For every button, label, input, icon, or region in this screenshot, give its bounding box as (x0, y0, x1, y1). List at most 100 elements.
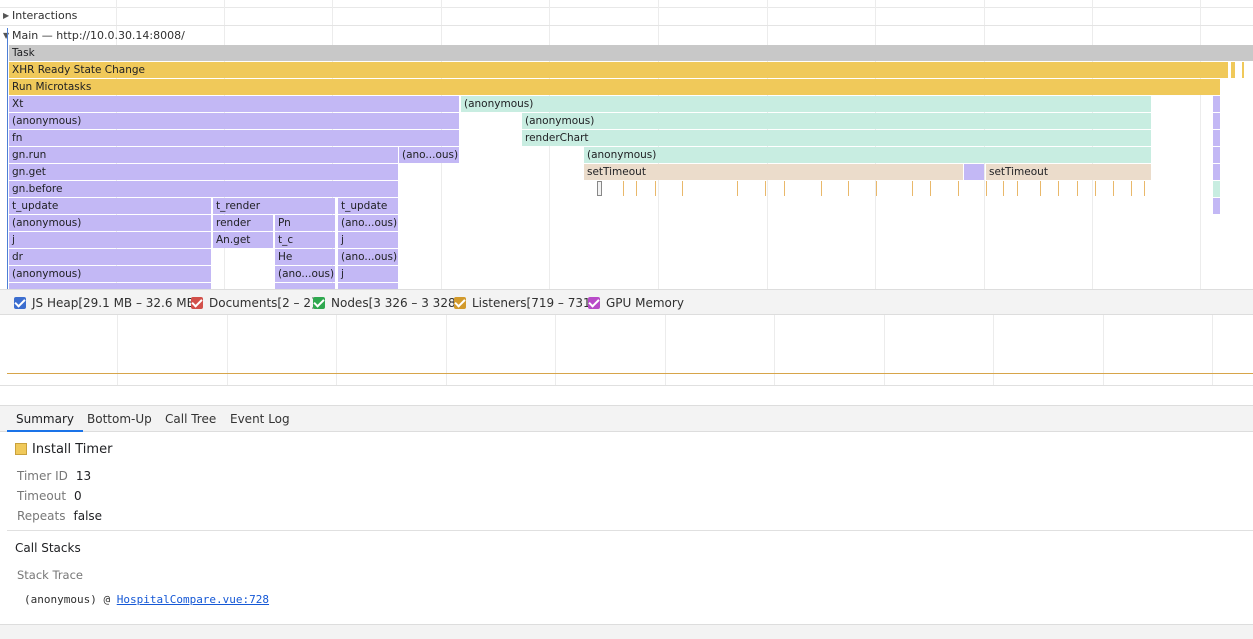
flame-entry-gn-before[interactable]: gn.before (9, 181, 398, 197)
flame-entry-render[interactable]: render (213, 215, 273, 231)
counter-nodes[interactable]: Nodes[3 326 – 3 328] (313, 295, 460, 311)
flame-entry-xt[interactable]: Xt (9, 96, 459, 112)
flame-entry-t-update[interactable]: t_update (338, 198, 398, 214)
flame-entry-anonymous-short[interactable]: (ano...ous) (338, 215, 398, 231)
event-category-swatch-icon (15, 443, 27, 455)
flame-entry-dr[interactable]: dr (9, 249, 211, 265)
flame-entry-anonymous[interactable]: (anonymous) (584, 147, 1151, 163)
counter-label: GPU Memory (606, 296, 684, 310)
flame-entry[interactable] (1213, 181, 1220, 197)
flame-entry[interactable] (1213, 147, 1220, 163)
flame-entry-anonymous[interactable]: (anonymous) (522, 113, 1151, 129)
flame-entry-j[interactable]: j (338, 266, 398, 282)
flame-entry-anonymous[interactable]: (anonymous) (9, 215, 211, 231)
flame-entry-fn[interactable]: fn (9, 130, 459, 146)
counter-js-heap[interactable]: JS Heap[29.1 MB – 32.6 MB] (14, 295, 200, 311)
flame-entry-settimeout[interactable]: setTimeout (986, 164, 1151, 180)
flame-entry-t-render[interactable]: t_render (213, 198, 335, 214)
panel-footer (0, 624, 1253, 639)
grid-line (1200, 0, 1201, 289)
timer-tick[interactable] (1113, 181, 1114, 196)
property-value: false (73, 509, 103, 523)
flame-entry-anonymous[interactable]: (anonymous) (9, 113, 459, 129)
timer-tick[interactable] (1077, 181, 1078, 196)
flame-entry-run-microtasks[interactable]: Run Microtasks (9, 79, 1220, 95)
timer-tick[interactable] (1003, 181, 1004, 196)
timer-tick[interactable] (848, 181, 849, 196)
timer-tick[interactable] (821, 181, 822, 196)
timer-marker[interactable] (597, 181, 602, 196)
counter-label: JS Heap[29.1 MB – 32.6 MB] (32, 296, 200, 310)
flame-entry-settimeout[interactable]: setTimeout (584, 164, 963, 180)
flame-entry-anonymous-short[interactable]: (ano...ous) (338, 249, 398, 265)
track-main[interactable]: ▼ Main — http://10.0.30.14:8008/ (0, 27, 185, 44)
flame-entry[interactable] (1213, 113, 1220, 129)
flame-entry-anonymous-short[interactable]: (ano...ous) (275, 266, 335, 282)
checkbox-checked-icon[interactable] (454, 297, 466, 309)
counter-documents[interactable]: Documents[2 – 2] (191, 295, 316, 311)
timer-tick[interactable] (958, 181, 959, 196)
grid-line (227, 315, 228, 385)
timer-tick[interactable] (876, 181, 877, 196)
property-value: 0 (74, 489, 82, 503)
flame-entry[interactable] (1213, 164, 1220, 180)
timer-tick[interactable] (636, 181, 637, 196)
flame-entry[interactable] (1213, 130, 1220, 146)
flame-entry-renderchart[interactable]: renderChart (522, 130, 1151, 146)
timer-tick[interactable] (986, 181, 987, 196)
tab-summary[interactable]: Summary (7, 406, 83, 432)
track-interactions[interactable]: ▶ Interactions (0, 7, 77, 24)
flame-entry-xhr-ready-state-change[interactable]: XHR Ready State Change (9, 62, 1228, 78)
summary-row-repeats: Repeats false (17, 509, 102, 523)
tab-call-tree[interactable]: Call Tree (156, 406, 225, 432)
timer-tick[interactable] (1017, 181, 1018, 196)
tab-event-log[interactable]: Event Log (221, 406, 299, 432)
flame-chart[interactable]: ▶ Interactions ▼ Main — http://10.0.30.1… (0, 0, 1253, 289)
timer-tick[interactable] (1095, 181, 1096, 196)
counter-listeners[interactable]: Listeners[719 – 731] (454, 295, 595, 311)
track-divider (0, 25, 1253, 26)
timer-tick[interactable] (682, 181, 683, 196)
timer-tick[interactable] (1058, 181, 1059, 196)
flame-entry[interactable] (1231, 62, 1235, 78)
timer-tick[interactable] (623, 181, 624, 196)
flame-entry[interactable] (1213, 198, 1220, 214)
expand-triangle-icon[interactable]: ▶ (3, 7, 9, 24)
flame-entry-gn-run[interactable]: gn.run (9, 147, 398, 163)
timer-tick[interactable] (930, 181, 931, 196)
flame-entry-pn[interactable]: Pn (275, 215, 335, 231)
memory-graph[interactable] (7, 315, 1253, 385)
flame-entry[interactable] (1213, 96, 1220, 112)
timer-tick[interactable] (1144, 181, 1145, 196)
checkbox-checked-icon[interactable] (191, 297, 203, 309)
flame-entry-j[interactable]: j (338, 232, 398, 248)
timer-tick[interactable] (765, 181, 766, 196)
flame-entry[interactable] (1242, 62, 1244, 78)
flame-entry-t-update[interactable]: t_update (9, 198, 211, 214)
property-key: Timeout (17, 489, 67, 503)
timer-tick[interactable] (737, 181, 738, 196)
tab-bottom-up[interactable]: Bottom-Up (78, 406, 161, 432)
flame-entry-anonymous[interactable]: (anonymous) (461, 96, 1151, 112)
counter-gpu-memory[interactable]: GPU Memory (588, 295, 684, 311)
checkbox-checked-icon[interactable] (14, 297, 26, 309)
source-link[interactable]: HospitalCompare.vue:728 (117, 593, 269, 606)
track-label: Interactions (12, 9, 78, 22)
flame-entry-gn-get[interactable]: gn.get (9, 164, 398, 180)
flame-entry-j[interactable]: j (9, 232, 211, 248)
checkbox-checked-icon[interactable] (313, 297, 325, 309)
flame-entry-anonymous[interactable]: (anonymous) (9, 266, 211, 282)
checkbox-checked-icon[interactable] (588, 297, 600, 309)
flame-entry[interactable] (964, 164, 984, 180)
timer-tick[interactable] (1040, 181, 1041, 196)
flame-entry-he[interactable]: He (275, 249, 335, 265)
flame-entry-anonymous-short[interactable]: (ano...ous) (399, 147, 459, 163)
timer-tick[interactable] (655, 181, 656, 196)
flame-entry-task[interactable]: Task (9, 45, 1253, 61)
call-stacks-heading: Call Stacks (15, 541, 81, 555)
timer-tick[interactable] (912, 181, 913, 196)
flame-entry-t-c[interactable]: t_c (275, 232, 335, 248)
timer-tick[interactable] (784, 181, 785, 196)
timer-tick[interactable] (1131, 181, 1132, 196)
flame-entry-an-get[interactable]: An.get (213, 232, 273, 248)
